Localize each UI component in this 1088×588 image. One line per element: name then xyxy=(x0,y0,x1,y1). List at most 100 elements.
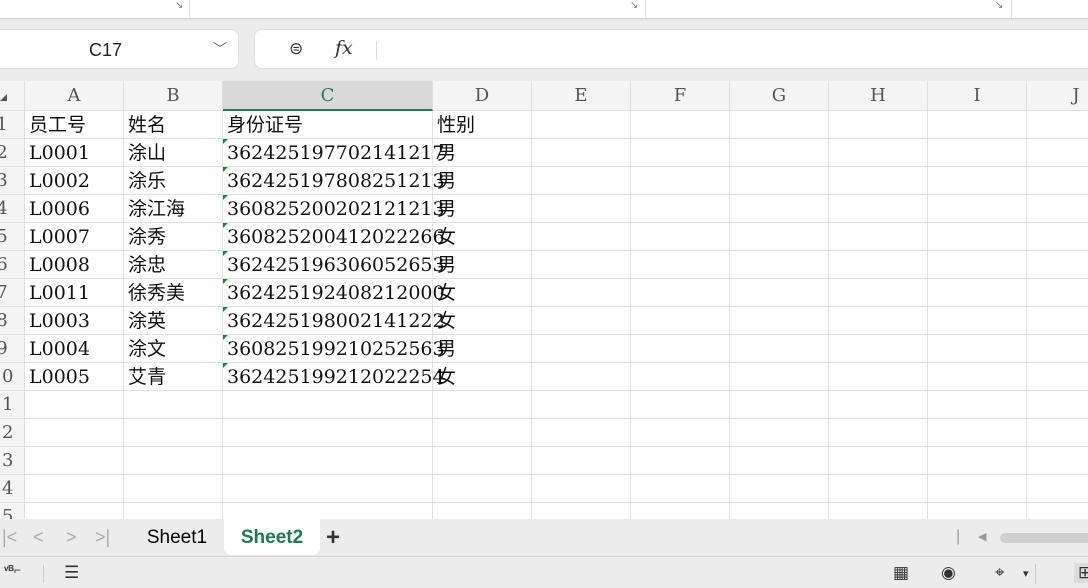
cell-a9[interactable]: L0004 xyxy=(25,335,124,363)
cell-j12[interactable] xyxy=(1027,419,1088,447)
cell-f6[interactable] xyxy=(631,251,730,279)
cell-g8[interactable] xyxy=(730,307,829,335)
cell-b11[interactable] xyxy=(124,391,223,419)
cell-e1[interactable] xyxy=(532,111,631,139)
cell-c9[interactable]: 360825199210252563 xyxy=(223,335,445,363)
column-header-b[interactable]: B xyxy=(124,81,223,111)
vba-icon[interactable]: ᵛᴮ⌐ xyxy=(4,563,21,577)
cell-a13[interactable] xyxy=(25,447,124,475)
chevron-down-icon[interactable]: ﹀ xyxy=(213,39,227,59)
cell-i12[interactable] xyxy=(928,419,1027,447)
cell-i3[interactable] xyxy=(928,167,1027,195)
cell-d8[interactable]: 女 xyxy=(433,307,532,335)
cell-f10[interactable] xyxy=(631,363,730,391)
cell-j2[interactable] xyxy=(1027,139,1088,167)
table-settings-icon[interactable]: ▦ xyxy=(893,563,909,583)
cell-g11[interactable] xyxy=(730,391,829,419)
cell-b9[interactable]: 涂文 xyxy=(124,335,223,363)
cell-h14[interactable] xyxy=(829,475,928,503)
function-icon[interactable]: fx xyxy=(335,37,353,59)
cell-g3[interactable] xyxy=(730,167,829,195)
cell-d7[interactable]: 女 xyxy=(433,279,532,307)
cell-h5[interactable] xyxy=(829,223,928,251)
cell-f15[interactable] xyxy=(631,503,730,519)
cell-a14[interactable] xyxy=(25,475,124,503)
cell-c1[interactable]: 身份证号 xyxy=(223,111,433,139)
select-all-button[interactable] xyxy=(0,81,25,111)
cell-d5[interactable]: 女 xyxy=(433,223,532,251)
cell-i7[interactable] xyxy=(928,279,1027,307)
cell-c13[interactable] xyxy=(223,447,433,475)
cell-a11[interactable] xyxy=(25,391,124,419)
cell-i8[interactable] xyxy=(928,307,1027,335)
cell-d11[interactable] xyxy=(433,391,532,419)
cell-d2[interactable]: 男 xyxy=(433,139,532,167)
cell-f2[interactable] xyxy=(631,139,730,167)
row-header[interactable]: 3 xyxy=(0,167,25,195)
row-header[interactable]: 7 xyxy=(0,279,25,307)
cell-e14[interactable] xyxy=(532,475,631,503)
cell-e10[interactable] xyxy=(532,363,631,391)
cell-h7[interactable] xyxy=(829,279,928,307)
cell-i1[interactable] xyxy=(928,111,1027,139)
add-sheet-icon[interactable]: + xyxy=(326,524,340,552)
column-header-j[interactable]: J xyxy=(1027,81,1088,111)
cell-j14[interactable] xyxy=(1027,475,1088,503)
cell-f14[interactable] xyxy=(631,475,730,503)
cell-a2[interactable]: L0001 xyxy=(25,139,124,167)
cell-b12[interactable] xyxy=(124,419,223,447)
cell-j4[interactable] xyxy=(1027,195,1088,223)
cell-f8[interactable] xyxy=(631,307,730,335)
cell-b10[interactable]: 艾青 xyxy=(124,363,223,391)
column-header-i[interactable]: I xyxy=(928,81,1027,111)
cell-a1[interactable]: 员工号 xyxy=(25,111,124,139)
chevron-down-icon[interactable]: ▾ xyxy=(1023,567,1029,580)
row-header[interactable]: 8 xyxy=(0,307,25,335)
spreadsheet-grid[interactable]: A B C D E F G H I J 1 员工号 姓名 身份证号 性别 2 L0001 涂山 3624251977… xyxy=(0,81,1088,519)
tab-sheet2[interactable]: Sheet2 xyxy=(224,519,320,555)
cell-d1[interactable]: 性别 xyxy=(433,111,532,139)
cell-g15[interactable] xyxy=(730,503,829,519)
cell-g5[interactable] xyxy=(730,223,829,251)
cell-b1[interactable]: 姓名 xyxy=(124,111,223,139)
cell-h9[interactable] xyxy=(829,335,928,363)
cell-h4[interactable] xyxy=(829,195,928,223)
cell-c7[interactable]: 362425192408212000 xyxy=(223,279,445,307)
cell-c6[interactable]: 362425196306052653 xyxy=(223,251,445,279)
cell-b8[interactable]: 涂英 xyxy=(124,307,223,335)
column-header-h[interactable]: H xyxy=(829,81,928,111)
cell-h6[interactable] xyxy=(829,251,928,279)
cell-a6[interactable]: L0008 xyxy=(25,251,124,279)
row-header[interactable]: 10 xyxy=(0,363,25,391)
cell-i15[interactable] xyxy=(928,503,1027,519)
cell-h2[interactable] xyxy=(829,139,928,167)
cell-j9[interactable] xyxy=(1027,335,1088,363)
cell-c3[interactable]: 362425197808251213 xyxy=(223,167,445,195)
sidebar-list-icon[interactable]: ☰ xyxy=(64,563,79,583)
cell-b14[interactable] xyxy=(124,475,223,503)
cell-g10[interactable] xyxy=(730,363,829,391)
cell-i10[interactable] xyxy=(928,363,1027,391)
cell-i9[interactable] xyxy=(928,335,1027,363)
cell-f1[interactable] xyxy=(631,111,730,139)
eye-icon[interactable]: ◉ xyxy=(941,563,956,583)
cell-f11[interactable] xyxy=(631,391,730,419)
cell-g2[interactable] xyxy=(730,139,829,167)
row-header[interactable]: 9 xyxy=(0,335,25,363)
zoom-formula-icon[interactable]: ⊜ xyxy=(289,39,303,59)
cell-j10[interactable] xyxy=(1027,363,1088,391)
cell-b7[interactable]: 徐秀美 xyxy=(124,279,223,307)
cell-e3[interactable] xyxy=(532,167,631,195)
cell-d9[interactable]: 男 xyxy=(433,335,532,363)
scroll-splitter[interactable]: | xyxy=(956,528,960,546)
tab-sheet1[interactable]: Sheet1 xyxy=(132,519,222,555)
group-launcher-icon[interactable]: ↘ xyxy=(630,0,638,11)
cell-c8[interactable]: 362425198002141222 xyxy=(223,307,445,335)
cell-g13[interactable] xyxy=(730,447,829,475)
formula-bar[interactable]: ⊜ fx xyxy=(254,29,1088,69)
cell-a4[interactable]: L0006 xyxy=(25,195,124,223)
cell-a10[interactable]: L0005 xyxy=(25,363,124,391)
cell-f5[interactable] xyxy=(631,223,730,251)
cell-h12[interactable] xyxy=(829,419,928,447)
cell-b2[interactable]: 涂山 xyxy=(124,139,223,167)
